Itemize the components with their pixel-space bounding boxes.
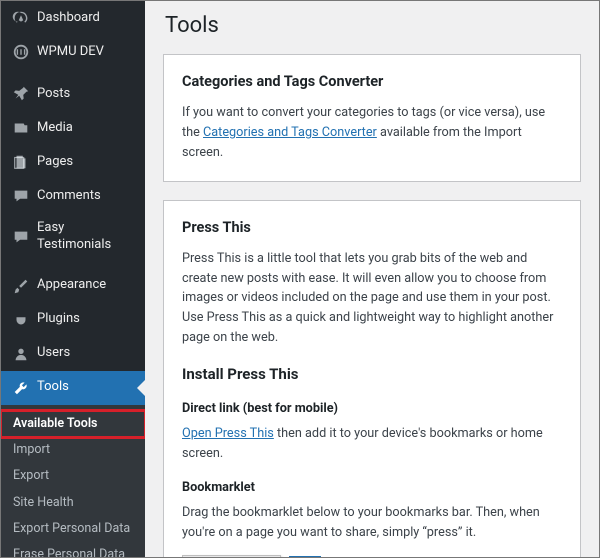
sidebar-item-wpmudev[interactable]: WPMU DEV [1,35,145,69]
press-this-bookmarklet[interactable]: Press This [182,555,281,557]
wrench-icon [11,378,31,398]
sidebar-item-label: Dashboard [37,10,100,27]
sidebar-item-appearance[interactable]: Appearance [1,269,145,303]
copy-code-button[interactable] [289,556,321,557]
plug-icon [11,310,31,330]
submenu-import[interactable]: Import [1,437,145,463]
sidebar-item-label: Appearance [37,277,106,294]
pages-icon [11,152,31,172]
pin-icon [11,84,31,104]
sidebar-item-plugins[interactable]: Plugins [1,303,145,337]
open-press-this-link[interactable]: Open Press This [182,426,274,441]
card-converter: Categories and Tags Converter If you wan… [163,54,581,182]
card-press-this: Press This Press This is a little tool t… [163,200,581,557]
bookmarklet-row: Press This [182,555,562,557]
wpmudev-icon [11,42,31,62]
bookmarklet-label: Bookmarklet [182,478,562,498]
sidebar-item-users[interactable]: Users [1,337,145,371]
press-this-description: Press This is a little tool that lets yo… [182,249,562,347]
direct-link-line: Open Press This then add it to your devi… [182,424,562,463]
bookmarklet-description: Drag the bookmarklet below to your bookm… [182,503,562,542]
sidebar-item-label: Pages [37,154,73,171]
submenu-available-tools[interactable]: Available Tools [1,411,145,437]
sidebar-item-dashboard[interactable]: Dashboard [1,1,145,35]
sidebar-item-easytestimonials[interactable]: Easy Testimonials [1,213,145,261]
main-content: Tools Categories and Tags Converter If y… [145,1,599,557]
sidebar-item-tools[interactable]: Tools [1,371,145,405]
sidebar-item-posts[interactable]: Posts [1,77,145,111]
card-heading: Press This [182,217,562,239]
sidebar-item-label: Posts [37,86,70,103]
card-heading: Categories and Tags Converter [182,71,562,93]
brush-icon [11,276,31,296]
sidebar-item-label: Plugins [37,311,80,328]
sidebar-submenu: Available Tools Import Export Site Healt… [1,405,145,557]
user-icon [11,344,31,364]
sidebar-item-label: Easy Testimonials [37,220,137,254]
submenu-site-health[interactable]: Site Health [1,490,145,516]
sidebar-item-label: WPMU DEV [37,44,104,61]
converter-link[interactable]: Categories and Tags Converter [203,125,377,140]
sidebar-item-label: Comments [37,188,101,205]
direct-link-label: Direct link (best for mobile) [182,399,562,419]
page-title: Tools [165,13,581,38]
submenu-erase-personal-data[interactable]: Erase Personal Data [1,542,145,557]
media-icon [11,118,31,138]
card-body: If you want to convert your categories t… [182,103,562,162]
gauge-icon [11,8,31,28]
install-heading: Install Press This [182,363,562,386]
comment-icon [11,186,31,206]
sidebar-item-media[interactable]: Media [1,111,145,145]
sidebar-item-comments[interactable]: Comments [1,179,145,213]
sidebar-item-label: Media [37,120,73,137]
sidebar-item-pages[interactable]: Pages [1,145,145,179]
comment-icon [11,227,31,247]
submenu-export[interactable]: Export [1,463,145,489]
admin-sidebar: Dashboard WPMU DEV Posts Media Pages Com… [1,1,145,557]
sidebar-item-label: Users [37,345,70,362]
sidebar-item-label: Tools [37,379,69,396]
submenu-export-personal-data[interactable]: Export Personal Data [1,516,145,542]
